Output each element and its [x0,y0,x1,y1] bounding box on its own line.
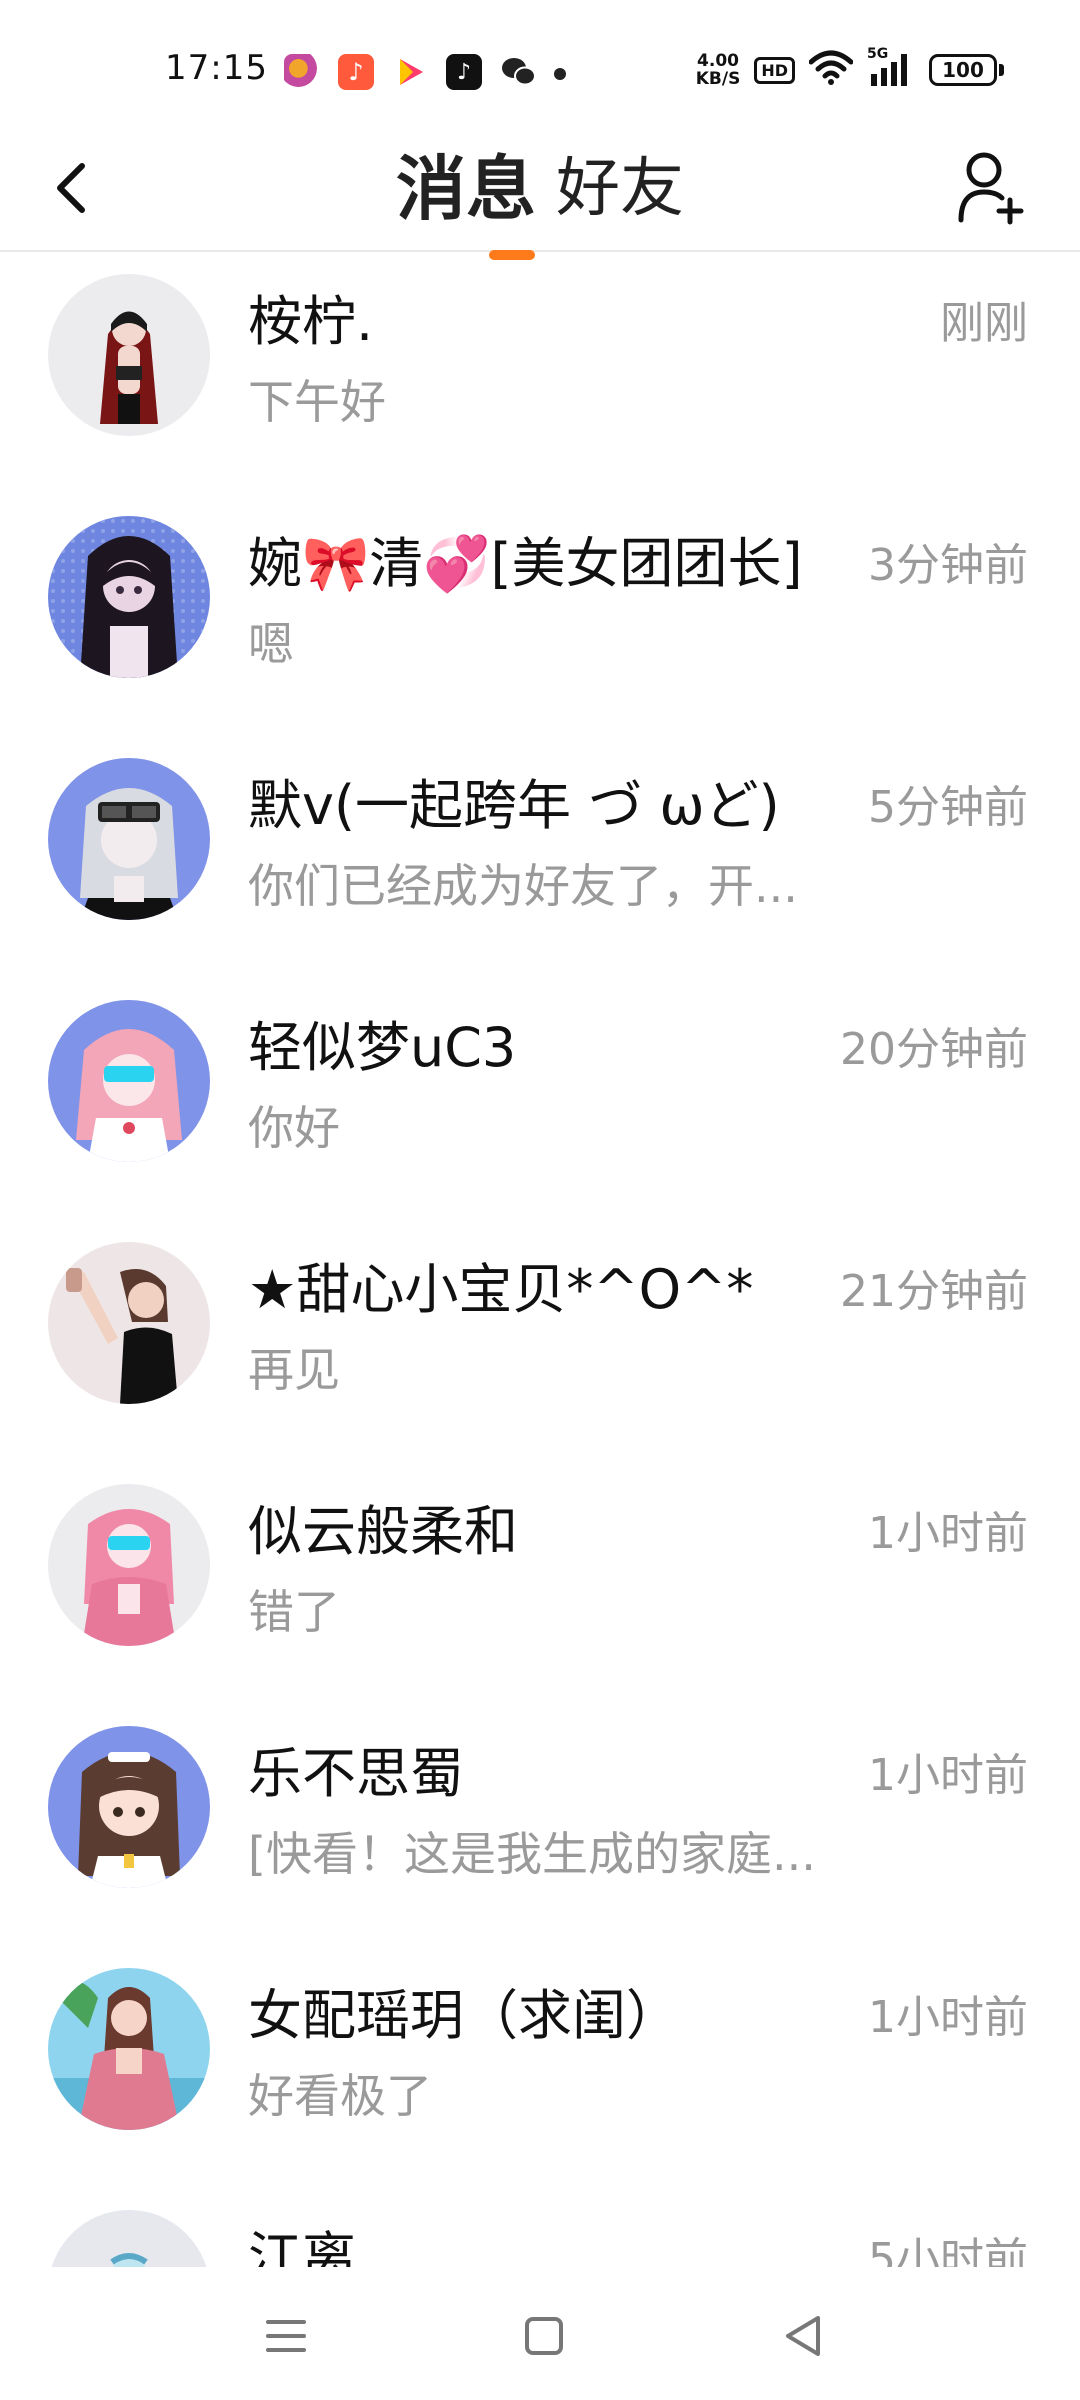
hd-badge: HD [754,56,795,84]
avatar[interactable] [48,516,210,678]
message-preview: 你好 [248,1101,340,1155]
conversation-row[interactable]: 婉🎀清💞[美女团团长] 嗯 3分钟前 [0,504,1080,746]
status-right: 4.00 KB/S HD 5G 100 [696,46,1004,90]
avatar[interactable] [48,1242,210,1404]
message-preview: 下午好 [248,375,386,429]
message-time: 5小时前 [868,2234,1028,2267]
message-time: 3分钟前 [868,540,1028,591]
header: 消息 好友 [0,130,1080,260]
status-bar: 17:15 ♪ ♪ 4.00 KB/S HD 5G 100 [0,0,1080,130]
message-time: 1小时前 [868,1992,1028,2043]
avatar[interactable] [48,1484,210,1646]
network-speed-unit: KB/S [695,69,741,89]
message-preview: 嗯 [248,617,294,671]
triangle-back-icon [786,2316,820,2356]
tab-bar: 消息 好友 [0,130,1080,260]
conversation-row[interactable]: 女配瑶玥（求闺） 好看极了 1小时前 [0,1956,1080,2198]
home-button[interactable] [514,2306,574,2366]
message-preview: [快看！这是我生成的家庭... [248,1827,816,1881]
tiktok-icon: ♪ [446,54,482,90]
video-app-icon [392,54,428,90]
message-time: 21分钟前 [840,1266,1028,1317]
message-preview: 你们已经成为好友了，开... [248,859,798,913]
wifi-icon [808,50,854,90]
contact-name: 乐不思蜀 [248,1742,464,1805]
conversation-row[interactable]: 桉柠. 下午好 刚刚 [0,262,1080,504]
contact-name: 女配瑶玥（求闺） [248,1984,680,2047]
network-speed-value: 4.00 [697,51,739,71]
tab-friends[interactable]: 好友 [556,144,684,234]
conversation-row[interactable]: 轻似梦uC3 你好 20分钟前 [0,988,1080,1230]
notification-icons: ♪ ♪ [284,54,566,90]
menu-icon [266,2320,306,2352]
tab-friends-label: 好友 [556,152,684,226]
add-user-icon [958,152,1024,225]
recent-apps-button[interactable] [256,2306,316,2366]
message-time: 5分钟前 [868,782,1028,833]
avatar[interactable] [48,758,210,920]
tab-messages[interactable]: 消息 [396,144,536,260]
status-time: 17:15 [165,48,268,88]
conversation-row[interactable]: 乐不思蜀 [快看！这是我生成的家庭... 1小时前 [0,1714,1080,1956]
contact-name: ★甜心小宝贝*^O^* [248,1258,754,1321]
message-time: 20分钟前 [840,1024,1028,1075]
music-app-icon: ♪ [338,54,374,90]
avatar[interactable] [48,1968,210,2130]
message-time: 刚刚 [940,298,1028,349]
app-notification-icon [284,54,320,90]
avatar[interactable] [48,274,210,436]
conversation-row[interactable]: ★甜心小宝贝*^O^* 再见 21分钟前 [0,1230,1080,1472]
message-preview: 好看极了 [248,2069,432,2123]
network-speed: 4.00 KB/S [696,52,741,88]
contact-name: 婉🎀清💞[美女团团长] [248,532,803,595]
battery-indicator: 100 [929,54,1004,86]
contact-name: 似云般柔和 [248,1500,518,1563]
conversation-row[interactable]: 似云般柔和 错了 1小时前 [0,1472,1080,1714]
system-navigation-bar [0,2268,1080,2400]
more-notifications-dot [554,68,566,80]
contact-name: 桉柠. [248,290,374,353]
conversation-list[interactable]: 桉柠. 下午好 刚刚 婉🎀清💞[美女团团长] 嗯 3分钟前 默v(一起跨年 づ … [0,252,1080,2267]
wechat-icon [500,54,536,90]
battery-level: 100 [929,54,997,86]
tab-messages-label: 消息 [396,148,536,230]
contact-name: 轻似梦uC3 [248,1016,517,1079]
message-time: 1小时前 [868,1508,1028,1559]
message-time: 1小时前 [868,1750,1028,1801]
message-preview: 再见 [248,1343,340,1397]
cellular-signal-icon: 5G [867,46,915,88]
avatar[interactable] [48,1000,210,1162]
battery-cap [999,64,1004,76]
avatar[interactable] [48,2210,210,2267]
contact-name: 江离 [248,2226,356,2267]
nav-back-button[interactable] [774,2306,834,2366]
conversation-row[interactable]: 默v(一起跨年 づ ωど) 你们已经成为好友了，开... 5分钟前 [0,746,1080,988]
square-icon [525,2317,563,2355]
avatar[interactable] [48,1726,210,1888]
conversation-row[interactable]: 江离 5小时前 [0,2198,1080,2267]
add-friend-button[interactable] [956,150,1028,226]
contact-name: 默v(一起跨年 づ ωど) [248,774,780,837]
message-preview: 错了 [248,1585,340,1639]
